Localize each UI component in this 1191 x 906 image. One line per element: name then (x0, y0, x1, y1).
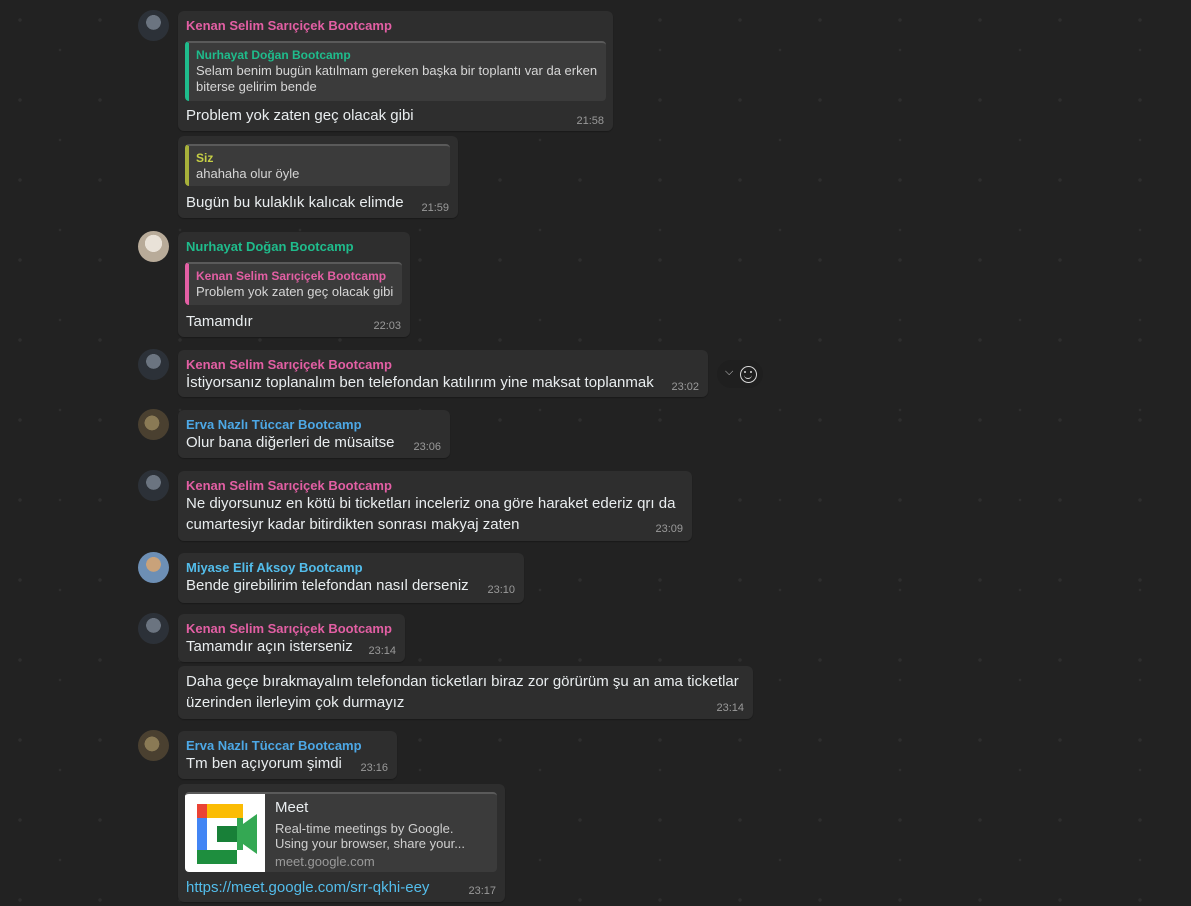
quote-sender: Siz (196, 151, 214, 165)
message-time: 23:14 (716, 702, 744, 714)
message-time: 23:10 (487, 584, 515, 596)
message-text: Tamamdır açın isterseniz (186, 638, 353, 655)
sender-name[interactable]: Miyase Elif Aksoy Bootcamp (186, 560, 363, 575)
quote-text: Problem yok zaten geç olacak gibi (196, 284, 394, 299)
chevron-down-icon[interactable]: ⌵ (725, 366, 733, 379)
preview-domain: meet.google.com (275, 854, 375, 869)
message-bubble[interactable]: Kenan Selim Sarıçiçek Bootcamp İstiyorsa… (178, 350, 708, 397)
sender-name[interactable]: Nurhayat Doğan Bootcamp (186, 239, 354, 254)
preview-description: Real-time meetings by Google. Using your… (275, 821, 466, 851)
quoted-message[interactable]: Nurhayat Doğan Bootcamp Selam benim bugü… (185, 41, 606, 101)
avatar-miyase[interactable] (138, 552, 169, 583)
message-text: Tm ben açıyorum şimdi (186, 755, 342, 772)
quoted-message[interactable]: Kenan Selim Sarıçiçek Bootcamp Problem y… (185, 262, 402, 305)
message-bubble[interactable]: Kenan Selim Sarıçiçek Bootcamp Tamamdır … (178, 614, 405, 662)
sender-name[interactable]: Kenan Selim Sarıçiçek Bootcamp (186, 478, 392, 493)
sender-name[interactable]: Kenan Selim Sarıçiçek Bootcamp (186, 621, 392, 636)
avatar-kenan[interactable] (138, 349, 169, 380)
google-meet-icon (185, 794, 265, 872)
quote-sender: Nurhayat Doğan Bootcamp (196, 48, 351, 62)
message-text: Bende girebilirim telefondan nasıl derse… (186, 577, 469, 594)
message-time: 22:03 (373, 320, 401, 332)
message-time: 21:59 (421, 202, 449, 214)
message-text: Bugün bu kulaklık kalıcak elimde (186, 194, 404, 211)
message-text-line: cumartesiyr kadar bitirdikten sonrası ma… (186, 516, 520, 533)
quote-sender: Kenan Selim Sarıçiçek Bootcamp (196, 269, 387, 283)
quote-text: ahahaha olur öyle (196, 166, 300, 181)
message-text: İstiyorsanız toplanalım ben telefondan k… (186, 374, 654, 391)
quote-text: Selam benim bugün katılmam gereken başka… (196, 63, 598, 94)
message-time: 23:16 (360, 762, 388, 774)
avatar-kenan[interactable] (138, 10, 169, 41)
sender-name[interactable]: Kenan Selim Sarıçiçek Bootcamp (186, 18, 392, 33)
message-bubble[interactable]: Erva Nazlı Tüccar Bootcamp Tm ben açıyor… (178, 731, 397, 779)
message-bubble[interactable]: Kenan Selim Sarıçiçek Bootcamp Nurhayat … (178, 11, 613, 131)
message-bubble[interactable]: Daha geçe bırakmayalım telefondan ticket… (178, 666, 753, 719)
message-time: 23:14 (368, 645, 396, 657)
avatar-kenan[interactable] (138, 613, 169, 644)
message-text: Problem yok zaten geç olacak gibi (186, 107, 414, 124)
message-bubble[interactable]: Erva Nazlı Tüccar Bootcamp Olur bana diğ… (178, 410, 450, 458)
message-time: 21:58 (576, 115, 604, 127)
message-bubble[interactable]: Nurhayat Doğan Bootcamp Kenan Selim Sarı… (178, 232, 410, 337)
avatar-erva[interactable] (138, 409, 169, 440)
preview-title: Meet (275, 799, 309, 816)
sender-name[interactable]: Erva Nazlı Tüccar Bootcamp (186, 738, 362, 753)
message-bubble[interactable]: Meet Real-time meetings by Google. Using… (178, 784, 505, 902)
message-actions[interactable]: ⌵ (717, 360, 763, 388)
avatar-kenan[interactable] (138, 470, 169, 501)
message-text: Tamamdır (186, 313, 253, 330)
sender-name[interactable]: Erva Nazlı Tüccar Bootcamp (186, 417, 362, 432)
avatar-erva[interactable] (138, 730, 169, 761)
message-time: 23:17 (468, 885, 496, 897)
message-text-line: üzerinden ilerleyim çok durmayız (186, 694, 405, 711)
sender-name[interactable]: Kenan Selim Sarıçiçek Bootcamp (186, 357, 392, 372)
message-text-line: Ne diyorsunuz en kötü bi ticketları ince… (186, 495, 676, 512)
message-text: Olur bana diğerleri de müsaitse (186, 434, 395, 451)
message-bubble[interactable]: Miyase Elif Aksoy Bootcamp Bende girebil… (178, 553, 524, 603)
message-bubble[interactable]: Kenan Selim Sarıçiçek Bootcamp Ne diyors… (178, 471, 692, 541)
link-preview-card[interactable]: Meet Real-time meetings by Google. Using… (185, 792, 497, 872)
message-text-line: Daha geçe bırakmayalım telefondan ticket… (186, 673, 739, 690)
message-bubble[interactable]: Siz ahahaha olur öyle Bugün bu kulaklık … (178, 136, 458, 218)
message-time: 23:09 (655, 523, 683, 535)
avatar-nurhayat[interactable] (138, 231, 169, 262)
message-time: 23:06 (413, 441, 441, 453)
quoted-message[interactable]: Siz ahahaha olur öyle (185, 144, 450, 186)
emoji-smile-icon[interactable] (740, 366, 757, 383)
meet-link[interactable]: https://meet.google.com/srr-qkhi-eey (186, 879, 429, 896)
message-time: 23:02 (671, 381, 699, 393)
